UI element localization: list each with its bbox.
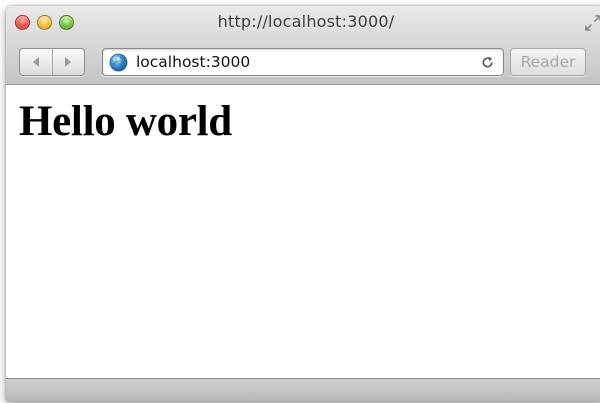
page-heading: Hello world	[19, 98, 232, 145]
reload-icon[interactable]	[480, 55, 495, 70]
status-bar	[6, 378, 600, 401]
browser-window: http://localhost:3000/ localhost:3000 Re…	[6, 6, 600, 401]
back-button[interactable]	[20, 49, 52, 75]
address-text[interactable]: localhost:3000	[136, 53, 250, 71]
reader-button[interactable]: Reader	[510, 48, 586, 76]
browser-toolbar: http://localhost:3000/ localhost:3000 Re…	[6, 6, 600, 85]
window-title: http://localhost:3000/	[217, 12, 395, 31]
globe-icon	[109, 53, 128, 72]
page-content: Hello world	[6, 85, 600, 378]
back-forward-buttons	[19, 48, 85, 76]
address-bar[interactable]: localhost:3000	[102, 48, 504, 76]
forward-arrow-icon	[65, 57, 72, 67]
fullscreen-icon[interactable]	[584, 14, 600, 32]
forward-button[interactable]	[51, 49, 85, 75]
back-arrow-icon	[32, 57, 39, 67]
